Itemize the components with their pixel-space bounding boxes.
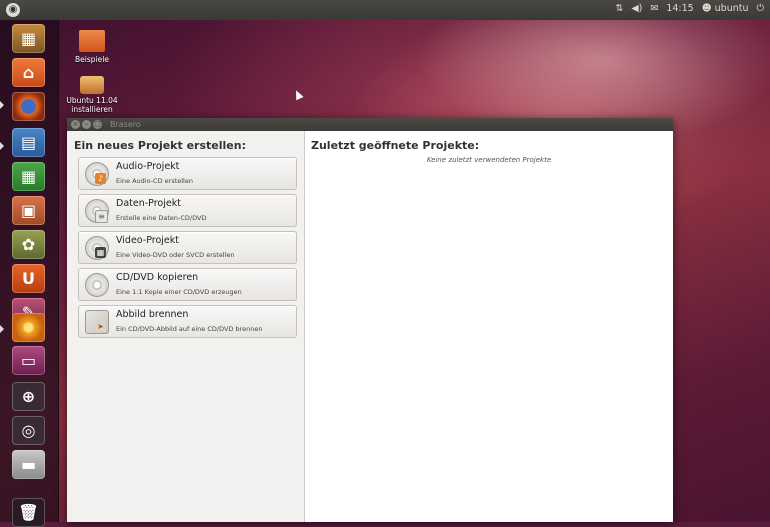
launcher: ▦ ⌂ ▤ ▦ ▣ ✿ U ✎ ▭ ⊕ ◎ ▬ 🗑: [0, 20, 59, 527]
drive-icon[interactable]: ▬: [12, 450, 45, 479]
running-indicator: [0, 142, 4, 150]
project-title: CD/DVD kopieren: [116, 272, 199, 283]
running-indicator: [0, 101, 4, 109]
minimize-icon[interactable]: –: [82, 120, 91, 129]
writer-icon[interactable]: ▤: [12, 128, 45, 157]
firefox-icon[interactable]: [12, 92, 45, 121]
copy-disc-icon: [85, 273, 109, 297]
trash-icon[interactable]: 🗑: [12, 498, 45, 527]
project-title: Abbild brennen: [116, 309, 189, 320]
burn-image-button[interactable]: ➤ Abbild brennen Ein CD/DVD-Abbild auf e…: [78, 305, 297, 338]
impress-icon[interactable]: ▣: [12, 196, 45, 225]
maximize-icon[interactable]: □: [93, 120, 102, 129]
project-subtitle: Eine Audio-CD erstellen: [116, 177, 193, 185]
installer-icon: [80, 76, 104, 94]
top-panel: ◉ ⇅ ◀) ✉ 14:15 ☻ ubuntu ⏻: [0, 0, 770, 20]
brasero-window: × – □ Brasero Ein neues Projekt erstelle…: [67, 118, 673, 522]
dash-icon[interactable]: ▦: [12, 24, 45, 53]
film-icon: ▦: [95, 247, 106, 258]
desktop-icon-label-line2: installieren: [71, 105, 113, 114]
copy-disc-button[interactable]: CD/DVD kopieren Eine 1:1 Kopie einer CD/…: [78, 268, 297, 301]
recent-projects-heading: Zuletzt geöffnete Projekte:: [311, 139, 480, 152]
new-project-pane: Ein neues Projekt erstellen: ♪ Audio-Pro…: [67, 131, 305, 522]
photos-icon[interactable]: ✿: [12, 230, 45, 259]
project-title: Daten-Projekt: [116, 198, 181, 209]
user-icon: ☻: [701, 3, 712, 14]
desktop-icon-installer[interactable]: Ubuntu 11.04 installieren: [60, 76, 124, 114]
indicator-area: ⇅ ◀) ✉ 14:15 ☻ ubuntu ⏻: [615, 3, 764, 14]
desktop-icon-beispiele[interactable]: Beispiele: [66, 30, 118, 64]
document-icon: ≡: [95, 210, 108, 223]
recent-projects-empty-message: Keine zuletzt verwendeten Projekte: [426, 156, 552, 164]
desktop-icon-label: Beispiele: [75, 55, 109, 64]
dash-button-icon[interactable]: ◉: [6, 3, 20, 17]
project-title: Audio-Projekt: [116, 161, 180, 172]
data-project-button[interactable]: ≡ Daten-Projekt Erstelle eine Daten-CD/D…: [78, 194, 297, 227]
power-icon[interactable]: ⏻: [756, 3, 764, 14]
new-project-heading: Ein neues Projekt erstellen:: [74, 139, 246, 152]
project-title: Video-Projekt: [116, 235, 180, 246]
calc-icon[interactable]: ▦: [12, 162, 45, 191]
window-title: Brasero: [110, 120, 141, 129]
project-subtitle: Eine 1:1 Kopie einer CD/DVD erzeugen: [116, 288, 242, 296]
running-indicator: [0, 325, 4, 333]
envelope-icon[interactable]: ✉: [650, 3, 658, 14]
folder-icon: [79, 30, 105, 52]
music-note-icon: ♪: [95, 173, 106, 184]
desktop-icon-label-line1: Ubuntu 11.04: [66, 96, 118, 105]
user-name: ubuntu: [714, 3, 749, 14]
window-titlebar[interactable]: × – □ Brasero: [67, 118, 673, 131]
close-icon[interactable]: ×: [71, 120, 80, 129]
zoom-icon[interactable]: ⊕: [12, 382, 45, 411]
project-subtitle: Ein CD/DVD-Abbild auf eine CD/DVD brenne…: [116, 325, 263, 333]
project-subtitle: Eine Video-DVD oder SVCD erstellen: [116, 251, 235, 259]
recent-projects-pane: Zuletzt geöffnete Projekte: Keine zuletz…: [305, 131, 673, 522]
workspaces-icon[interactable]: ▭: [12, 346, 45, 375]
network-arrows-icon[interactable]: ⇅: [615, 3, 623, 14]
video-project-button[interactable]: ▦ Video-Projekt Eine Video-DVD oder SVCD…: [78, 231, 297, 264]
clock[interactable]: 14:15: [666, 3, 693, 14]
audio-project-button[interactable]: ♪ Audio-Projekt Eine Audio-CD erstellen: [78, 157, 297, 190]
user-menu[interactable]: ☻ ubuntu: [702, 3, 749, 14]
search-icon[interactable]: ◎: [12, 416, 45, 445]
speaker-icon[interactable]: ◀): [631, 3, 642, 14]
home-folder-icon[interactable]: ⌂: [12, 58, 45, 87]
disc-arrow-icon: ➤: [95, 321, 106, 332]
brasero-icon[interactable]: [12, 313, 45, 342]
software-center-icon[interactable]: U: [12, 264, 45, 293]
project-subtitle: Erstelle eine Daten-CD/DVD: [116, 214, 207, 222]
